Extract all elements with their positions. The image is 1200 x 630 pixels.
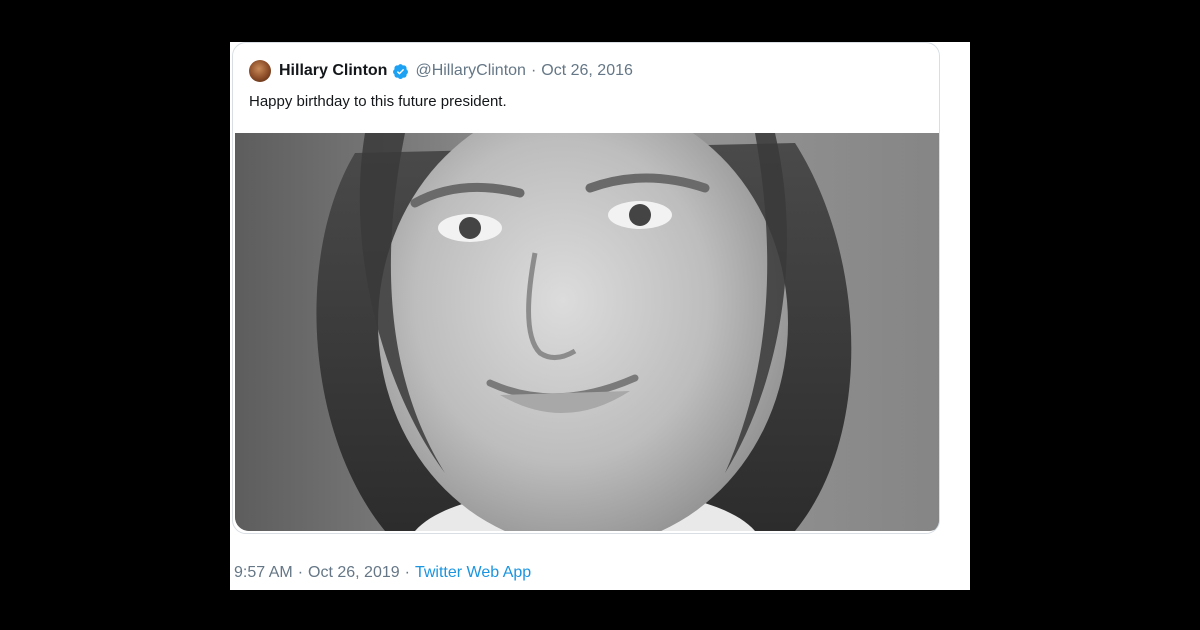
avatar[interactable] [249,60,271,82]
footer-date[interactable]: Oct 26, 2019 [308,564,400,581]
author-name[interactable]: Hillary Clinton [279,62,387,80]
author-handle[interactable]: @HillaryClinton [415,62,526,80]
tweet-footer: 9:57 AM · Oct 26, 2019 · Twitter Web App [234,564,531,582]
footer-source-link[interactable]: Twitter Web App [415,564,531,581]
portrait-photo-icon [235,133,939,531]
quoted-tweet[interactable]: Hillary Clinton @HillaryClinton · Oct 26… [232,42,940,534]
tweet-text: Happy birthday to this future president. [249,93,507,110]
tweet-photo[interactable] [235,133,939,531]
footer-separator: · [297,564,304,581]
meta-separator: · [530,62,537,79]
tweet-header: Hillary Clinton @HillaryClinton · Oct 26… [249,57,633,85]
footer-time[interactable]: 9:57 AM [234,564,293,581]
screenshot-stage: Hillary Clinton @HillaryClinton · Oct 26… [0,0,1200,630]
verified-badge-icon [393,63,409,79]
tweet-date[interactable]: Oct 26, 2016 [541,62,633,80]
tweet-card: Hillary Clinton @HillaryClinton · Oct 26… [230,42,970,590]
footer-separator-2: · [404,564,410,581]
